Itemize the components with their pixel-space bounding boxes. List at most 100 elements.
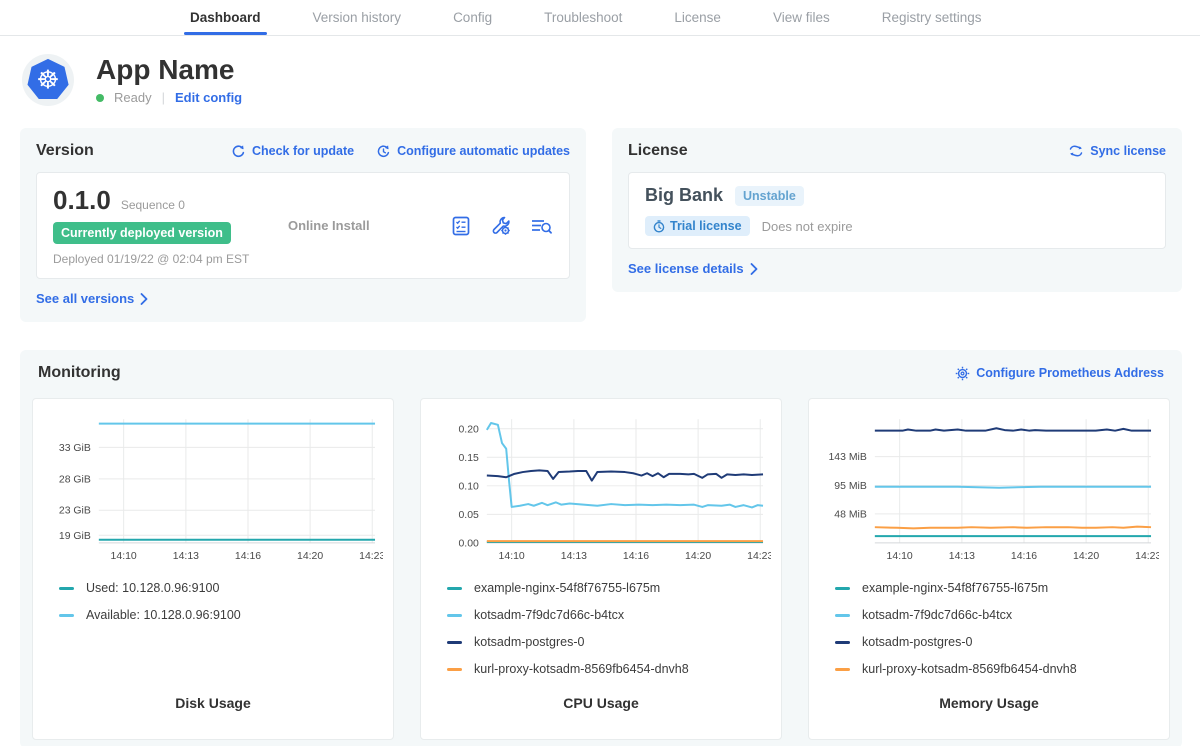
deploy-logs-icon[interactable]: [529, 214, 553, 238]
kubernetes-wheel-icon: ☸: [25, 57, 71, 103]
configure-auto-updates-button[interactable]: Configure automatic updates: [376, 144, 570, 159]
chevron-right-icon: [140, 293, 148, 305]
check-for-update-label: Check for update: [252, 144, 354, 158]
svg-text:0.05: 0.05: [458, 510, 479, 521]
version-panel-title: Version: [36, 142, 94, 160]
summary-cards-row: Version Check for update Configure au: [0, 116, 1200, 322]
sequence-label: Sequence 0: [121, 198, 185, 212]
auto-update-clock-icon: [376, 144, 391, 159]
svg-text:0.20: 0.20: [458, 424, 479, 435]
edit-config-link[interactable]: Edit config: [175, 90, 242, 105]
chart-title: Memory Usage: [819, 695, 1159, 725]
legend-label: kotsadm-postgres-0: [474, 635, 584, 649]
app-header: ☸ App Name Ready | Edit config: [0, 36, 1200, 116]
legend-label: kurl-proxy-kotsadm-8569fb6454-dnvh8: [862, 662, 1077, 676]
legend-label: Available: 10.128.0.96:9100: [86, 608, 241, 622]
svg-text:14:16: 14:16: [623, 551, 649, 562]
current-version-card: 0.1.0 Sequence 0 Currently deployed vers…: [36, 172, 570, 279]
legend-item: kotsadm-postgres-0: [447, 635, 771, 649]
legend-color-dash: [835, 614, 850, 617]
tab-view-files[interactable]: View files: [773, 0, 830, 35]
app-logo: ☸: [22, 54, 74, 106]
svg-text:14:10: 14:10: [499, 551, 525, 562]
see-license-details-link[interactable]: See license details: [628, 261, 758, 276]
charts-row: 19 GiB23 GiB28 GiB33 GiB14:1014:1314:161…: [32, 398, 1170, 740]
svg-text:19 GiB: 19 GiB: [59, 531, 91, 542]
legend-label: kurl-proxy-kotsadm-8569fb6454-dnvh8: [474, 662, 689, 676]
nav-tabs: Dashboard Version history Config Troublesho…: [190, 0, 982, 35]
legend-item: kurl-proxy-kotsadm-8569fb6454-dnvh8: [835, 662, 1159, 676]
svg-text:33 GiB: 33 GiB: [59, 443, 91, 454]
legend-color-dash: [59, 587, 74, 590]
svg-text:14:20: 14:20: [685, 551, 711, 562]
legend-color-dash: [447, 587, 462, 590]
sync-license-label: Sync license: [1090, 144, 1166, 158]
svg-text:28 GiB: 28 GiB: [59, 474, 91, 485]
trial-license-label: Trial license: [670, 219, 742, 233]
memory-usage-chart-card: 48 MiB95 MiB143 MiB14:1014:1314:1614:201…: [808, 398, 1170, 740]
legend-item: example-nginx-54f8f76755-l675m: [447, 581, 771, 595]
status-dot: [96, 94, 104, 102]
legend-color-dash: [835, 587, 850, 590]
configure-auto-updates-label: Configure automatic updates: [397, 144, 570, 158]
tab-dashboard[interactable]: Dashboard: [190, 0, 261, 35]
legend-label: example-nginx-54f8f76755-l675m: [862, 581, 1048, 595]
legend-item: kotsadm-7f9dc7d66c-b4tcx: [447, 608, 771, 622]
version-panel: Version Check for update Configure au: [20, 128, 586, 322]
see-all-versions-link[interactable]: See all versions: [36, 291, 148, 306]
legend-item: Available: 10.128.0.96:9100: [59, 608, 383, 622]
chart-legend: example-nginx-54f8f76755-l675m kotsadm-7f…: [447, 581, 771, 676]
legend-color-dash: [447, 614, 462, 617]
svg-text:0.15: 0.15: [458, 453, 479, 464]
gear-icon: [955, 366, 970, 381]
chart-legend: Used: 10.128.0.96:9100Available: 10.128.…: [59, 581, 383, 622]
memory-usage-chart: 48 MiB95 MiB143 MiB14:1014:1314:1614:201…: [819, 409, 1159, 571]
svg-text:0.10: 0.10: [458, 481, 479, 492]
tab-troubleshoot[interactable]: Troubleshoot: [544, 0, 622, 35]
page-title: App Name: [96, 55, 242, 86]
legend-label: kotsadm-7f9dc7d66c-b4tcx: [474, 608, 624, 622]
legend-item: kotsadm-7f9dc7d66c-b4tcx: [835, 608, 1159, 622]
configure-prometheus-button[interactable]: Configure Prometheus Address: [955, 366, 1164, 381]
svg-text:☸: ☸: [36, 66, 59, 96]
svg-text:95 MiB: 95 MiB: [834, 481, 867, 492]
license-panel-title: License: [628, 142, 688, 160]
check-for-update-button[interactable]: Check for update: [231, 144, 354, 159]
chart-title: CPU Usage: [431, 695, 771, 725]
legend-item: kotsadm-postgres-0: [835, 635, 1159, 649]
sync-arrows-icon: [1068, 144, 1084, 158]
stopwatch-icon: [653, 220, 665, 233]
see-all-versions-label: See all versions: [36, 291, 134, 306]
config-wrench-icon[interactable]: [489, 214, 513, 238]
tab-config[interactable]: Config: [453, 0, 492, 35]
tab-license[interactable]: License: [674, 0, 721, 35]
legend-color-dash: [835, 641, 850, 644]
see-license-details-label: See license details: [628, 261, 744, 276]
svg-text:14:10: 14:10: [111, 551, 137, 562]
svg-text:14:23: 14:23: [1135, 551, 1159, 562]
top-nav: Dashboard Version history Config Troublesho…: [0, 0, 1200, 36]
tab-version-history[interactable]: Version history: [313, 0, 402, 35]
chart-title: Disk Usage: [43, 695, 383, 725]
legend-label: kotsadm-7f9dc7d66c-b4tcx: [862, 608, 1012, 622]
preflight-checks-icon[interactable]: [449, 214, 473, 238]
tab-registry-settings[interactable]: Registry settings: [882, 0, 982, 35]
trial-license-badge: Trial license: [645, 216, 750, 236]
svg-text:14:13: 14:13: [949, 551, 975, 562]
divider: |: [162, 90, 165, 105]
app-header-text: App Name Ready | Edit config: [96, 55, 242, 106]
legend-color-dash: [59, 614, 74, 617]
cpu-usage-chart: 0.000.050.100.150.2014:1014:1314:1614:20…: [431, 409, 771, 571]
legend-item: example-nginx-54f8f76755-l675m: [835, 581, 1159, 595]
deployed-timestamp: Deployed 01/19/22 @ 02:04 pm EST: [53, 252, 288, 266]
svg-text:0.00: 0.00: [458, 538, 479, 549]
monitoring-panel: Monitoring Configure Prometheus Address …: [20, 350, 1182, 746]
channel-badge: Unstable: [735, 186, 804, 206]
legend-label: kotsadm-postgres-0: [862, 635, 972, 649]
monitoring-title: Monitoring: [38, 364, 121, 382]
chart-legend: example-nginx-54f8f76755-l675m kotsadm-7f…: [835, 581, 1159, 676]
sync-license-button[interactable]: Sync license: [1068, 144, 1166, 158]
legend-color-dash: [447, 668, 462, 671]
svg-text:14:23: 14:23: [747, 551, 771, 562]
version-number: 0.1.0: [53, 185, 111, 216]
